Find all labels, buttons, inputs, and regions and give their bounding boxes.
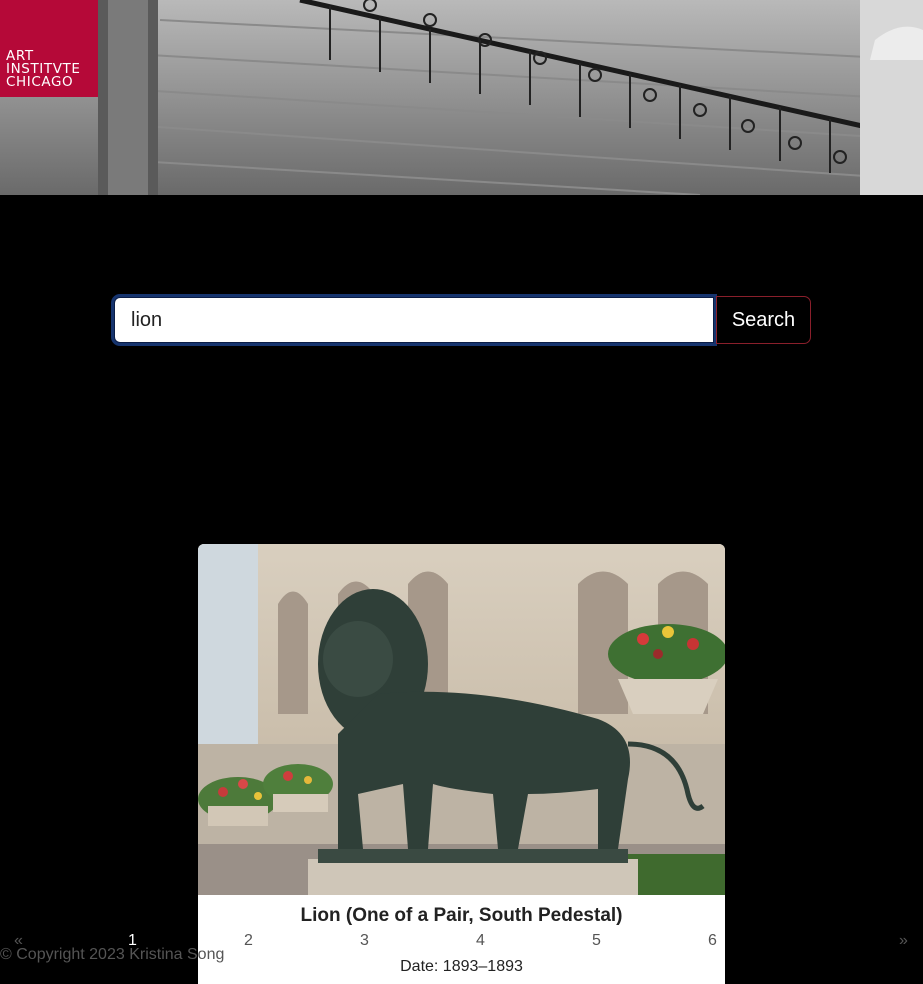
art-institute-logo[interactable]: ART INSTITVTE CHICAGO: [0, 0, 98, 97]
page-link-6[interactable]: 6: [708, 932, 717, 950]
result-card[interactable]: Lion (One of a Pair, South Pedestal) Dat…: [198, 544, 725, 984]
lion-sculpture-image: [198, 544, 725, 895]
result-date: Date: 1893–1893: [400, 958, 523, 975]
footer-copyright: © Copyright 2023 Kristina Song: [0, 946, 225, 963]
logo-line-3: CHICAGO: [6, 74, 74, 90]
next-page-link[interactable]: »: [899, 932, 908, 950]
search-button[interactable]: Search: [716, 296, 811, 344]
page-link-4[interactable]: 4: [476, 932, 485, 950]
page-link-2[interactable]: 2: [244, 932, 253, 950]
page-link-3[interactable]: 3: [360, 932, 369, 950]
page-link-5[interactable]: 5: [592, 932, 601, 950]
hero-banner: ART INSTITVTE CHICAGO: [0, 0, 923, 195]
search-input[interactable]: [111, 294, 717, 346]
staircase-photo: [0, 0, 923, 195]
result-title: Lion (One of a Pair, South Pedestal): [300, 905, 623, 926]
search-form: Search: [111, 294, 811, 346]
